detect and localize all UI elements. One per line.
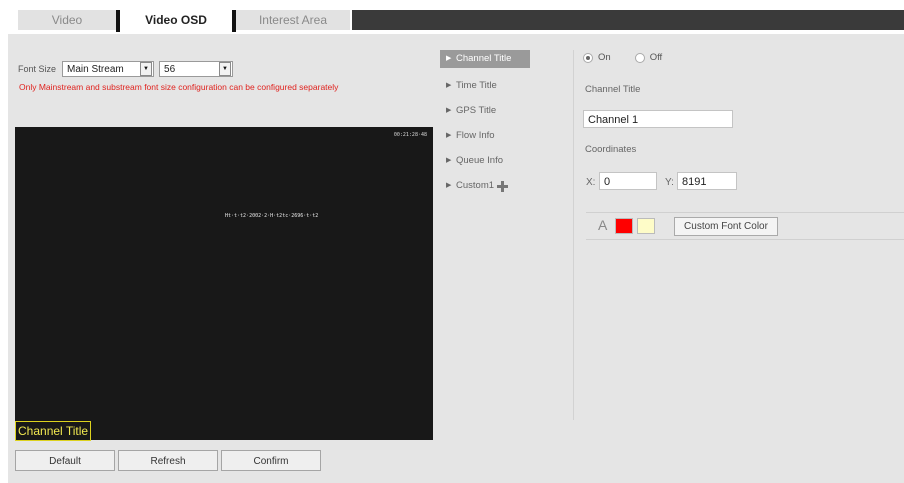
tab-bar: Video Video OSD Interest Area <box>0 10 904 32</box>
on-radio-label: On <box>598 52 611 63</box>
font-size-select[interactable]: 56 ▼ <box>159 61 234 77</box>
refresh-button[interactable]: Refresh <box>118 450 218 471</box>
tab-video-osd[interactable]: Video OSD <box>120 10 232 30</box>
nav-item-custom1[interactable]: ▶ Custom1 <box>440 177 509 195</box>
font-size-select-value: 56 <box>164 63 176 75</box>
y-coordinate-input[interactable]: 8191 <box>677 172 737 190</box>
confirm-button[interactable]: Confirm <box>221 450 321 471</box>
caret-right-icon: ▶ <box>446 107 452 114</box>
channel-title-label: Channel Title <box>585 84 641 95</box>
nav-item-label: Channel Title <box>456 53 512 64</box>
custom-font-color-button[interactable]: Custom Font Color <box>674 217 778 236</box>
nav-item-channel-title[interactable]: ▶ Channel Title <box>440 50 530 68</box>
coordinates-label: Coordinates <box>585 144 637 155</box>
nav-item-label: GPS Title <box>456 105 497 116</box>
preview-timestamp: 00:21:28·48 <box>393 132 427 138</box>
light-yellow-color-swatch[interactable] <box>637 218 655 234</box>
caret-right-icon: ▶ <box>446 157 452 164</box>
caret-right-icon: ▶ <box>446 82 452 89</box>
enable-radio-group: On Off <box>583 52 662 63</box>
font-size-warning: Only Mainstream and substream font size … <box>19 82 339 92</box>
red-color-swatch[interactable] <box>615 218 633 234</box>
y-coordinate-label: Y: <box>665 177 674 188</box>
font-color-icon: A <box>598 217 608 233</box>
dropdown-arrow-icon[interactable]: ▼ <box>219 62 232 76</box>
preview-overlay-text: Ht·t·t2·2002·2·H·t2tc·2696·t·t2 <box>225 213 319 219</box>
font-size-label: Font Size <box>18 64 57 74</box>
off-radio[interactable] <box>634 52 645 63</box>
caret-right-icon: ▶ <box>446 132 452 139</box>
nav-item-time-title[interactable]: ▶ Time Title <box>440 77 497 95</box>
off-radio-label: Off <box>649 52 663 63</box>
tab-bar-fill <box>352 10 904 30</box>
nav-item-flow-info[interactable]: ▶ Flow Info <box>440 127 495 145</box>
tab-interest-area[interactable]: Interest Area <box>236 10 350 30</box>
default-button[interactable]: Default <box>15 450 115 471</box>
stream-select-value: Main Stream <box>67 63 124 75</box>
video-preview[interactable]: 00:21:28·48 Ht·t·t2·2002·2·H·t2tc·2696·t… <box>15 127 433 440</box>
nav-item-label: Queue Info <box>456 155 504 166</box>
nav-item-label: Custom1 <box>456 180 495 191</box>
font-color-row: A Custom Font Color <box>586 212 904 240</box>
nav-item-label: Time Title <box>456 80 497 91</box>
caret-right-icon: ▶ <box>446 55 452 62</box>
nav-item-queue-info[interactable]: ▶ Queue Info <box>440 152 503 170</box>
font-size-row: Font Size Main Stream ▼ 56 ▼ <box>18 61 234 77</box>
stream-select[interactable]: Main Stream ▼ <box>62 61 155 77</box>
on-radio[interactable] <box>583 52 593 63</box>
vertical-divider <box>573 50 574 420</box>
caret-right-icon: ▶ <box>446 182 452 189</box>
channel-title-input[interactable]: Channel 1 <box>583 110 733 128</box>
dropdown-arrow-icon[interactable]: ▼ <box>140 62 153 76</box>
tab-video[interactable]: Video <box>18 10 116 30</box>
add-icon[interactable] <box>497 180 509 192</box>
nav-item-label: Flow Info <box>456 130 495 141</box>
x-coordinate-label: X: <box>586 177 596 188</box>
channel-title-overlay[interactable]: Channel Title <box>15 421 92 441</box>
x-coordinate-input[interactable]: 0 <box>599 172 657 190</box>
nav-item-gps-title[interactable]: ▶ GPS Title <box>440 102 496 120</box>
